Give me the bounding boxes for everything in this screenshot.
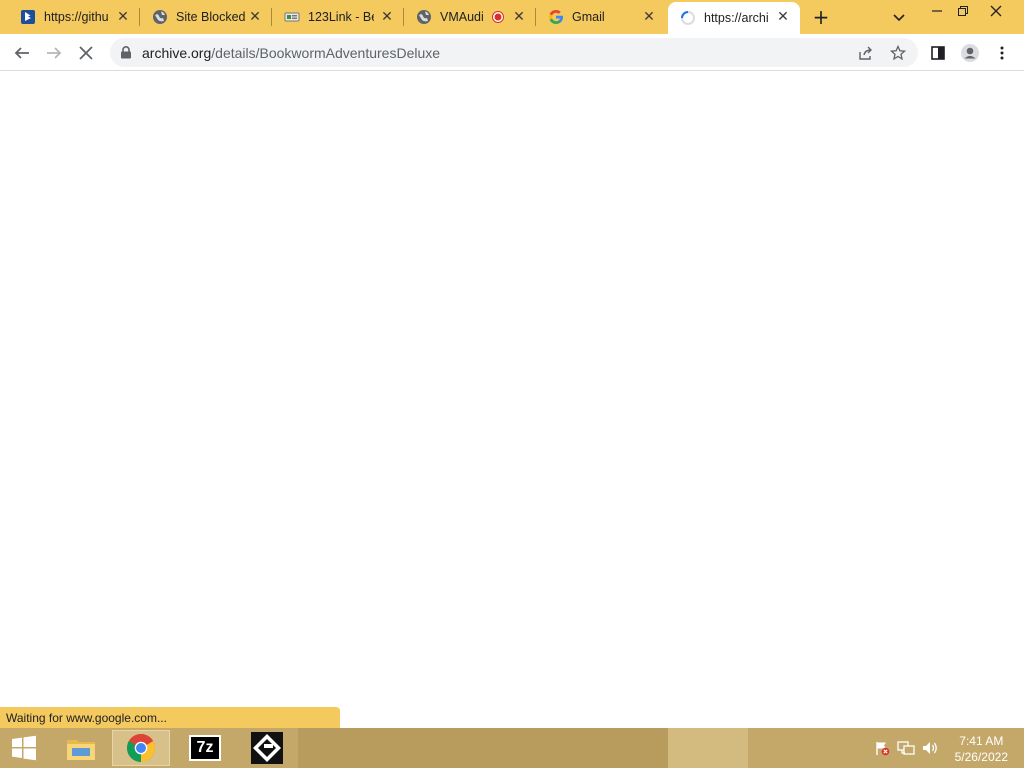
back-button[interactable] — [10, 41, 34, 65]
taskbar-chrome[interactable] — [112, 730, 170, 766]
lock-icon[interactable] — [120, 46, 132, 59]
tab-site-blocked[interactable]: Site Blocked ✕ — [140, 0, 272, 34]
app-icon — [251, 732, 283, 764]
url-host: archive.org — [142, 45, 212, 61]
profile-icon — [961, 44, 979, 62]
url-text[interactable]: archive.org/details/BookwormAdventuresDe… — [142, 45, 440, 61]
url-path: /details/BookwormAdventuresDeluxe — [211, 45, 441, 61]
tab-title: Site Blocked — [176, 10, 246, 24]
globe-icon — [416, 9, 432, 25]
share-icon[interactable] — [856, 43, 876, 63]
more-vertical-icon — [1000, 46, 1004, 60]
tab-archive[interactable]: https://archi ✕ — [668, 2, 800, 34]
clock-date: 5/26/2022 — [954, 750, 1008, 764]
windows-logo-icon — [12, 735, 36, 761]
clock-time: 7:41 AM — [959, 734, 1004, 748]
taskbar-empty-area — [298, 728, 668, 768]
browser-toolbar: archive.org/details/BookwormAdventuresDe… — [0, 34, 1024, 71]
windows-taskbar: 7z 7:41 AM 5/26/2022 — [0, 728, 1024, 768]
volume-icon[interactable] — [921, 740, 939, 756]
bing-icon — [20, 9, 36, 25]
tab-title: Gmail — [572, 10, 605, 24]
tab-github[interactable]: https://githu ✕ — [0, 0, 140, 34]
stop-loading-button[interactable] — [74, 41, 98, 65]
taskbar-file-explorer[interactable] — [52, 730, 110, 766]
bookmark-star-icon[interactable] — [888, 43, 908, 63]
close-window-button[interactable] — [976, 0, 1016, 22]
tab-title: 123Link - Be — [308, 10, 374, 24]
close-icon[interactable]: ✕ — [116, 10, 130, 24]
address-bar[interactable]: archive.org/details/BookwormAdventuresDe… — [110, 38, 918, 67]
action-center-flag-icon[interactable] — [873, 740, 891, 756]
arrow-right-icon — [47, 47, 62, 59]
start-button[interactable] — [0, 728, 48, 768]
network-icon[interactable] — [897, 740, 915, 756]
close-icon[interactable]: ✕ — [642, 10, 656, 24]
tab-gmail[interactable]: Gmail ✕ — [536, 0, 666, 34]
loading-spinner-icon — [680, 10, 696, 26]
forward-button[interactable] — [42, 41, 66, 65]
new-tab-button[interactable]: + — [810, 6, 832, 28]
status-bubble: Waiting for www.google.com... — [0, 707, 340, 729]
restore-button[interactable] — [946, 0, 980, 22]
menu-button[interactable] — [990, 41, 1014, 65]
globe-icon — [152, 9, 168, 25]
close-icon[interactable]: ✕ — [248, 10, 262, 24]
close-icon[interactable]: ✕ — [512, 10, 526, 24]
chevron-down-icon[interactable] — [890, 8, 908, 26]
tab-title: https://archi — [704, 11, 768, 25]
tab-strip: https://githu ✕ Site Blocked ✕ 123Link -… — [0, 0, 1024, 34]
google-icon — [548, 9, 564, 25]
taskbar-empty-area — [668, 728, 748, 768]
tab-title: https://githu — [44, 10, 109, 24]
close-icon[interactable]: ✕ — [776, 10, 790, 24]
7zip-label: 7z — [196, 739, 214, 756]
arrow-left-icon — [14, 47, 29, 59]
recording-icon — [492, 11, 504, 23]
tab-vmaudio[interactable]: VMAudi ✕ — [404, 0, 536, 34]
7zip-icon: 7z — [189, 735, 221, 761]
folder-icon — [67, 740, 95, 760]
close-icon[interactable]: ✕ — [380, 10, 394, 24]
tab-123link[interactable]: 123Link - Be ✕ — [272, 0, 404, 34]
site-icon — [284, 9, 300, 25]
profile-avatar[interactable] — [958, 41, 982, 65]
side-panel-button[interactable] — [926, 41, 950, 65]
chrome-icon — [127, 734, 155, 762]
taskbar-7zip[interactable]: 7z — [176, 730, 234, 766]
taskbar-app[interactable] — [238, 730, 296, 766]
tab-title: VMAudi — [440, 10, 484, 24]
page-content — [0, 71, 1024, 728]
stop-icon — [79, 46, 93, 60]
system-clock[interactable]: 7:41 AM 5/26/2022 — [955, 733, 1008, 765]
side-panel-icon — [931, 46, 945, 60]
